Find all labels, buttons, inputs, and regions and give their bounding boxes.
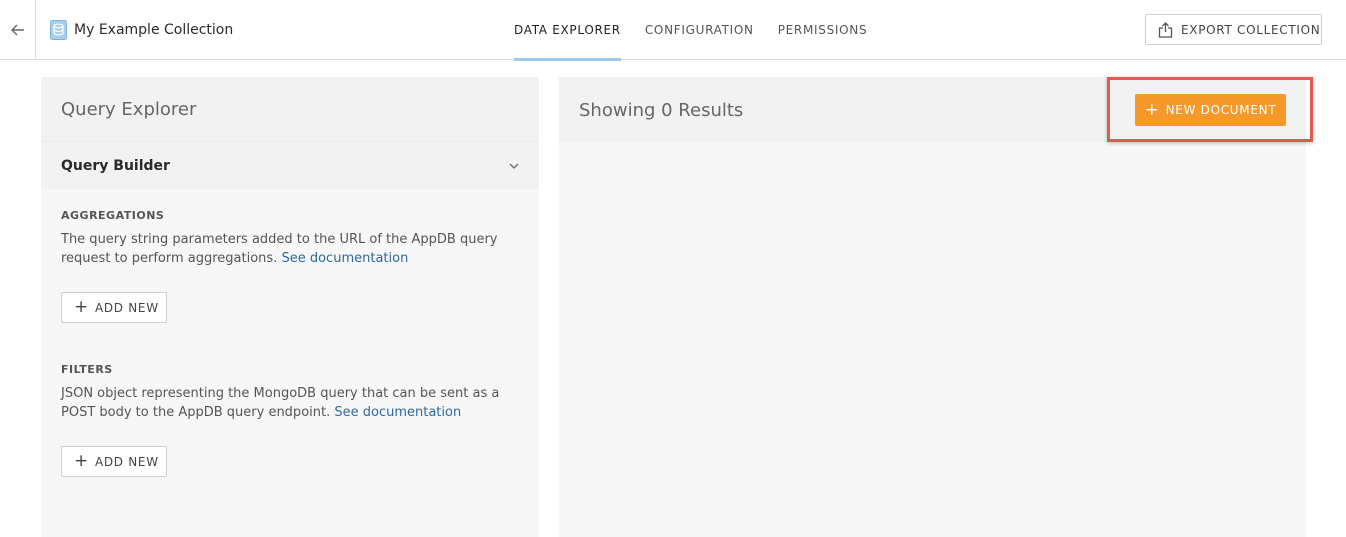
add-aggregation-label: ADD NEW: [94, 300, 159, 315]
aggregations-doc-link[interactable]: See documentation: [281, 251, 408, 266]
filters-description: JSON object representing the MongoDB que…: [61, 386, 500, 420]
filters-section: FILTERS JSON object representing the Mon…: [41, 323, 539, 477]
database-icon: [50, 20, 67, 40]
export-collection-button[interactable]: EXPORT COLLECTION: [1145, 14, 1322, 45]
results-panel: Showing 0 Results: [559, 77, 1306, 537]
arrow-left-icon: [10, 24, 24, 35]
filters-doc-link[interactable]: See documentation: [334, 405, 461, 420]
top-bar: My Example Collection DATA EXPLORER CONF…: [0, 0, 1346, 61]
plus-icon: +: [74, 451, 89, 471]
query-explorer-panel: Query Explorer Query Builder AGGREGATION…: [41, 77, 539, 537]
tab-configuration[interactable]: CONFIGURATION: [633, 0, 766, 60]
tab-bar: DATA EXPLORER CONFIGURATION PERMISSIONS: [502, 0, 880, 61]
query-explorer-title: Query Explorer: [41, 77, 539, 141]
add-filter-button[interactable]: + ADD NEW: [61, 446, 167, 477]
filters-title: FILTERS: [61, 363, 113, 376]
tab-permissions[interactable]: PERMISSIONS: [766, 0, 880, 60]
tab-data-explorer[interactable]: DATA EXPLORER: [502, 0, 633, 61]
aggregations-section: AGGREGATIONS The query string parameters…: [41, 189, 539, 323]
add-aggregation-button[interactable]: + ADD NEW: [61, 292, 167, 323]
query-builder-label: Query Builder: [61, 157, 170, 174]
back-button[interactable]: [0, 0, 36, 59]
chevron-down-icon: [509, 163, 519, 169]
export-collection-label: EXPORT COLLECTION: [1181, 22, 1321, 37]
plus-icon: +: [74, 297, 89, 317]
aggregations-title: AGGREGATIONS: [61, 209, 165, 222]
aggregations-description: The query string parameters added to the…: [61, 232, 498, 266]
new-document-button[interactable]: + NEW DOCUMENT: [1135, 94, 1286, 126]
add-filter-label: ADD NEW: [94, 454, 159, 469]
plus-icon: +: [1144, 99, 1160, 120]
query-builder-toggle[interactable]: Query Builder: [41, 141, 539, 189]
new-document-label: NEW DOCUMENT: [1165, 103, 1277, 117]
share-upload-icon: [1158, 21, 1173, 38]
collection-title: My Example Collection: [74, 22, 234, 38]
